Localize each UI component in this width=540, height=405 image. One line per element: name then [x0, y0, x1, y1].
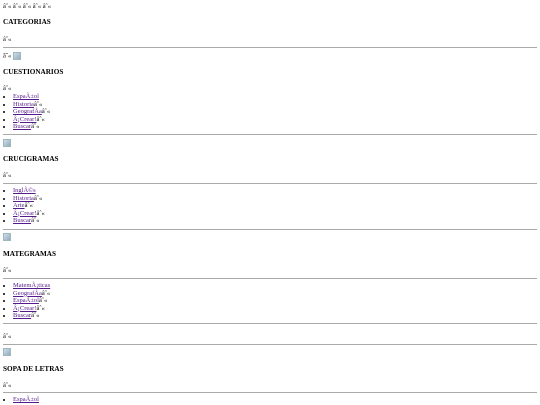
divider [3, 47, 537, 48]
crucigramas-list: InglÃ©s Historiaâˆ« Arteâˆ« Â¡Crear!âˆ« … [3, 187, 45, 225]
broken-image-icon [3, 139, 11, 147]
list-item: Â¡Crear!âˆ« [13, 305, 50, 313]
link-crear[interactable]: Â¡Crear! [13, 305, 36, 312]
junk-text: âˆ« [33, 100, 43, 108]
link-buscar[interactable]: Buscar [13, 217, 31, 224]
link-crear[interactable]: Â¡Crear! [13, 116, 36, 123]
cuestionarios-list: EspaÃ±ol Historiaâˆ« GeografÃ­aâˆ« Â¡Cre… [3, 93, 50, 131]
list-item: Arteâˆ« [13, 202, 45, 210]
broken-image-icon [3, 348, 11, 356]
junk-text: âˆ« [33, 194, 43, 202]
list-item: Historiaâˆ« [13, 195, 45, 203]
link-matematicas[interactable]: MatemÃ¡ticas [13, 282, 50, 289]
link-ingles[interactable]: InglÃ©s [13, 187, 36, 194]
image-row [3, 233, 11, 241]
divider [3, 323, 537, 324]
section-title-crucigramas: CRUCIGRAMAS [3, 155, 59, 163]
divider [3, 344, 537, 345]
list-item: EspaÃ±ol [13, 396, 39, 404]
image-row [3, 348, 11, 356]
link-arte[interactable]: Arte [13, 202, 25, 209]
divider [3, 392, 537, 393]
link-historia[interactable]: Historia [13, 101, 34, 108]
divider [3, 134, 537, 135]
junk-text: âˆ« [3, 267, 12, 274]
link-crear[interactable]: Â¡Crear! [13, 210, 36, 217]
junk-with-image: âˆ« [3, 52, 21, 60]
link-geografia[interactable]: GeografÃ­a [13, 108, 42, 115]
list-item: Buscarâˆ« [13, 217, 45, 225]
image-row [3, 139, 11, 147]
junk-text: âˆ« [3, 382, 12, 389]
junk-text: âˆ« [31, 217, 40, 225]
list-item: MatemÃ¡ticas [13, 282, 50, 290]
link-buscar[interactable]: Buscar [13, 123, 31, 130]
junk-text: âˆ« [31, 312, 40, 320]
list-item: GeografÃ­aâˆ« [13, 108, 50, 116]
list-item: InglÃ©s [13, 187, 45, 195]
divider [3, 183, 537, 184]
junk-text: âˆ« [3, 85, 12, 92]
junk-text: âˆ« [38, 297, 48, 305]
link-geografia[interactable]: GeografÃ­a [13, 290, 42, 297]
divider [3, 229, 537, 230]
list-item: Buscarâˆ« [13, 312, 50, 320]
junk-text: âˆ« [36, 209, 45, 217]
junk-text: âˆ« [24, 202, 33, 210]
junk-text: âˆ« [3, 333, 12, 340]
junk-text: âˆ« [3, 52, 12, 60]
link-espanol[interactable]: EspaÃ±ol [13, 396, 39, 403]
junk-text: âˆ« [36, 304, 45, 312]
link-historia[interactable]: Historia [13, 195, 34, 202]
junk-text: âˆ« [3, 36, 12, 43]
section-title-categorias: CATEGORIAS [3, 18, 51, 26]
broken-image-icon [12, 52, 21, 60]
list-item: Buscarâˆ« [13, 123, 50, 131]
link-espanol[interactable]: EspaÃ±ol [13, 297, 39, 304]
section-title-sopa-de-letras: SOPA DE LETRAS [3, 365, 64, 373]
divider [3, 278, 537, 279]
list-item: Â¡Crear!âˆ« [13, 116, 50, 124]
broken-image-icon [3, 233, 11, 241]
section-title-cuestionarios: CUESTIONARIOS [3, 68, 64, 76]
junk-text: âˆ« [3, 172, 12, 179]
junk-text: âˆ« [36, 115, 45, 123]
list-item: EspaÃ±olâˆ« [13, 297, 50, 305]
sopa-de-letras-list: EspaÃ±ol [3, 396, 39, 404]
list-item: EspaÃ±ol [13, 93, 50, 101]
junk-text: âˆ« [41, 108, 51, 116]
top-junk-text: âˆ« âˆ« âˆ« âˆ« âˆ« [3, 3, 51, 10]
mategramas-list: MatemÃ¡ticas GeografÃ­aâˆ« EspaÃ±olâˆ« Â… [3, 282, 50, 320]
section-title-mategramas: MATEGRAMAS [3, 250, 56, 258]
junk-text: âˆ« [41, 289, 51, 297]
link-espanol[interactable]: EspaÃ±ol [13, 93, 39, 100]
junk-text: âˆ« [31, 123, 40, 131]
link-buscar[interactable]: Buscar [13, 312, 31, 319]
list-item: Â¡Crear!âˆ« [13, 210, 45, 218]
